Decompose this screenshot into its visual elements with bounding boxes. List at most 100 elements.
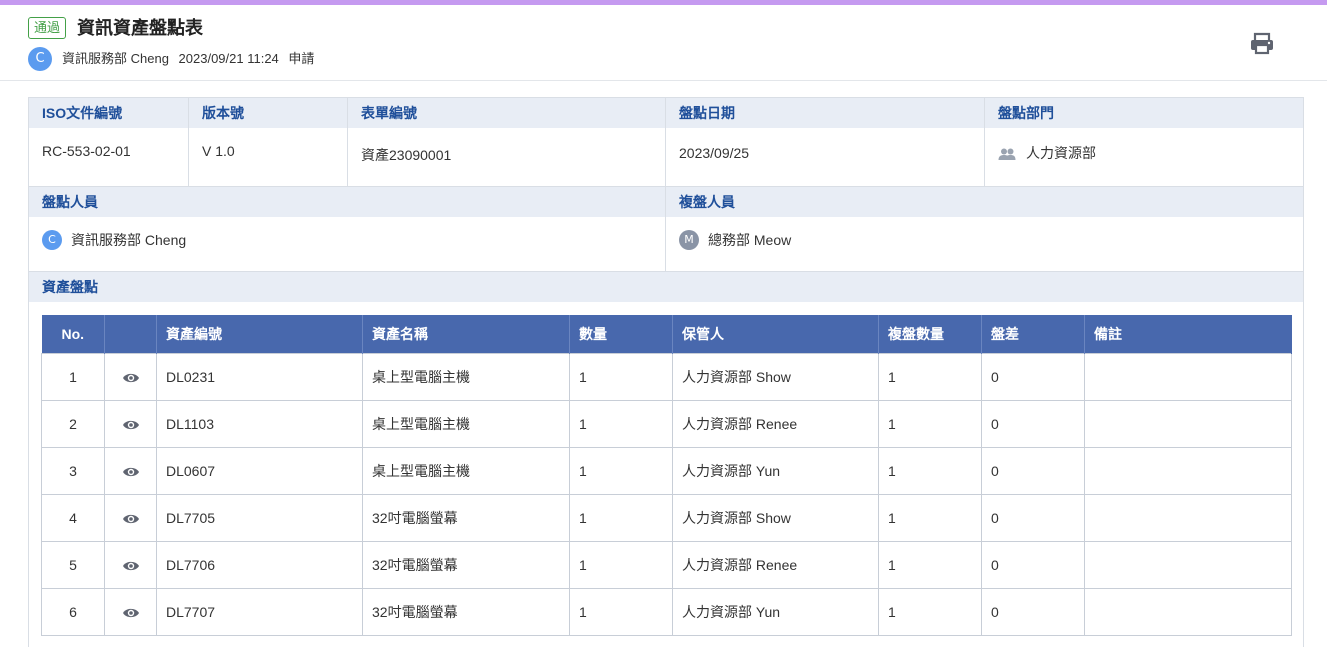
eye-icon[interactable] bbox=[122, 372, 140, 384]
eye-icon[interactable] bbox=[122, 466, 140, 478]
asset-code: DL0231 bbox=[156, 352, 363, 401]
quantity: 1 bbox=[569, 540, 673, 589]
note bbox=[1084, 540, 1292, 589]
inventory-date-field: 盤點日期 2023/09/25 bbox=[666, 98, 985, 186]
difference: 0 bbox=[981, 352, 1085, 401]
table-row: 4 DL7705 32吋電腦螢幕 1 人力資源部 Show 1 0 bbox=[41, 493, 1292, 542]
print-button[interactable] bbox=[1248, 31, 1276, 57]
inventory-date-label: 盤點日期 bbox=[666, 98, 984, 128]
iso-value: RC-553-02-01 bbox=[42, 143, 131, 159]
eye-icon[interactable] bbox=[122, 607, 140, 619]
column-header-asset-code: 資產編號 bbox=[156, 315, 363, 353]
column-header-keeper: 保管人 bbox=[672, 315, 879, 353]
asset-table: No. 資產編號 資產名稱 數量 保管人 複盤數量 盤差 備註 1 DL0231 桌… bbox=[41, 315, 1292, 636]
asset-name: 32吋電腦螢幕 bbox=[362, 587, 570, 636]
keeper: 人力資源部 Yun bbox=[672, 446, 879, 495]
inventory-dept-name: 人力資源部 bbox=[1026, 145, 1096, 161]
form-number-value: 資產23090001 bbox=[361, 147, 452, 163]
difference: 0 bbox=[981, 399, 1085, 448]
column-header-asset-name: 資產名稱 bbox=[362, 315, 570, 353]
table-row: 5 DL7706 32吋電腦螢幕 1 人力資源部 Renee 1 0 bbox=[41, 540, 1292, 589]
view-cell[interactable] bbox=[104, 540, 157, 589]
asset-inventory-section: 資產盤點 No. 資產編號 資產名稱 數量 保管人 複盤數量 盤差 備註 1 D… bbox=[29, 272, 1303, 647]
recheck-quantity: 1 bbox=[878, 587, 982, 636]
asset-name: 桌上型電腦主機 bbox=[362, 399, 570, 448]
note bbox=[1084, 493, 1292, 542]
row-number: 4 bbox=[41, 493, 105, 542]
inventory-dept-value: 人力資源部 bbox=[985, 128, 1303, 163]
inventory-date-value: 2023/09/25 bbox=[679, 145, 750, 161]
row-number: 6 bbox=[41, 587, 105, 636]
form-row-document-info: ISO文件編號 RC-553-02-01 版本號 V 1.0 表單編號 資產23… bbox=[29, 98, 1303, 187]
iso-field: ISO文件編號 RC-553-02-01 bbox=[29, 98, 189, 186]
version-field: 版本號 V 1.0 bbox=[189, 98, 348, 186]
eye-icon[interactable] bbox=[122, 513, 140, 525]
asset-name: 32吋電腦螢幕 bbox=[362, 540, 570, 589]
difference: 0 bbox=[981, 587, 1085, 636]
recheck-quantity: 1 bbox=[878, 446, 982, 495]
page-title: 資訊資產盤點表 bbox=[77, 18, 203, 38]
rechecker-name: 總務部 Meow bbox=[708, 232, 792, 248]
table-row: 1 DL0231 桌上型電腦主機 1 人力資源部 Show 1 0 bbox=[41, 352, 1292, 401]
asset-name: 32吋電腦螢幕 bbox=[362, 493, 570, 542]
keeper: 人力資源部 Show bbox=[672, 493, 879, 542]
table-header-row: No. 資產編號 資產名稱 數量 保管人 複盤數量 盤差 備註 bbox=[41, 315, 1292, 353]
rechecker-label: 複盤人員 bbox=[666, 187, 1303, 217]
column-header-difference: 盤差 bbox=[981, 315, 1085, 353]
quantity: 1 bbox=[569, 587, 673, 636]
applied-action: 申請 bbox=[288, 51, 315, 66]
keeper: 人力資源部 Renee bbox=[672, 399, 879, 448]
note bbox=[1084, 352, 1292, 401]
asset-code: DL7705 bbox=[156, 493, 363, 542]
column-header-view bbox=[104, 315, 157, 353]
asset-code: DL1103 bbox=[156, 399, 363, 448]
rechecker-person: M 總務部 Meow bbox=[679, 230, 791, 250]
keeper: 人力資源部 Show bbox=[672, 352, 879, 401]
column-header-no: No. bbox=[41, 315, 105, 353]
version-label: 版本號 bbox=[189, 98, 347, 128]
eye-icon[interactable] bbox=[122, 560, 140, 572]
applicant-name: 資訊服務部 Cheng bbox=[62, 51, 169, 66]
applicant-info: 資訊服務部 Cheng 2023/09/21 11:24 申請 bbox=[62, 51, 320, 67]
group-icon bbox=[998, 148, 1016, 161]
form-number-label: 表單編號 bbox=[348, 98, 665, 128]
row-number: 5 bbox=[41, 540, 105, 589]
counter-value: C 資訊服務部 Cheng bbox=[29, 217, 665, 250]
version-value: V 1.0 bbox=[202, 143, 235, 159]
view-cell[interactable] bbox=[104, 587, 157, 636]
avatar: C bbox=[42, 230, 62, 250]
column-header-recheck-quantity: 複盤數量 bbox=[878, 315, 982, 353]
printer-icon bbox=[1251, 32, 1273, 55]
counter-name: 資訊服務部 Cheng bbox=[71, 232, 187, 248]
column-header-note: 備註 bbox=[1084, 315, 1292, 353]
applied-datetime: 2023/09/21 11:24 bbox=[178, 51, 279, 66]
iso-label: ISO文件編號 bbox=[29, 98, 188, 128]
eye-icon[interactable] bbox=[122, 419, 140, 431]
avatar: M bbox=[679, 230, 699, 250]
keeper: 人力資源部 Renee bbox=[672, 540, 879, 589]
asset-code: DL0607 bbox=[156, 446, 363, 495]
inventory-dept-label: 盤點部門 bbox=[985, 98, 1303, 128]
recheck-quantity: 1 bbox=[878, 540, 982, 589]
quantity: 1 bbox=[569, 399, 673, 448]
quantity: 1 bbox=[569, 352, 673, 401]
table-row: 2 DL1103 桌上型電腦主機 1 人力資源部 Renee 1 0 bbox=[41, 399, 1292, 448]
view-cell[interactable] bbox=[104, 493, 157, 542]
avatar: C bbox=[28, 47, 52, 71]
asset-code: DL7706 bbox=[156, 540, 363, 589]
recheck-quantity: 1 bbox=[878, 399, 982, 448]
column-header-quantity: 數量 bbox=[569, 315, 673, 353]
inventory-dept-field: 盤點部門 人力資源部 bbox=[985, 98, 1303, 186]
view-cell[interactable] bbox=[104, 352, 157, 401]
section-label: 資產盤點 bbox=[29, 272, 1303, 302]
asset-name: 桌上型電腦主機 bbox=[362, 352, 570, 401]
row-number: 1 bbox=[41, 352, 105, 401]
page-header: 通過 資訊資產盤點表 C 資訊服務部 Cheng 2023/09/21 11:2… bbox=[0, 5, 1327, 81]
row-number: 3 bbox=[41, 446, 105, 495]
keeper: 人力資源部 Yun bbox=[672, 587, 879, 636]
counter-person: C 資訊服務部 Cheng bbox=[42, 230, 186, 250]
rechecker-field: 複盤人員 M 總務部 Meow bbox=[666, 187, 1303, 271]
recheck-quantity: 1 bbox=[878, 493, 982, 542]
view-cell[interactable] bbox=[104, 446, 157, 495]
view-cell[interactable] bbox=[104, 399, 157, 448]
